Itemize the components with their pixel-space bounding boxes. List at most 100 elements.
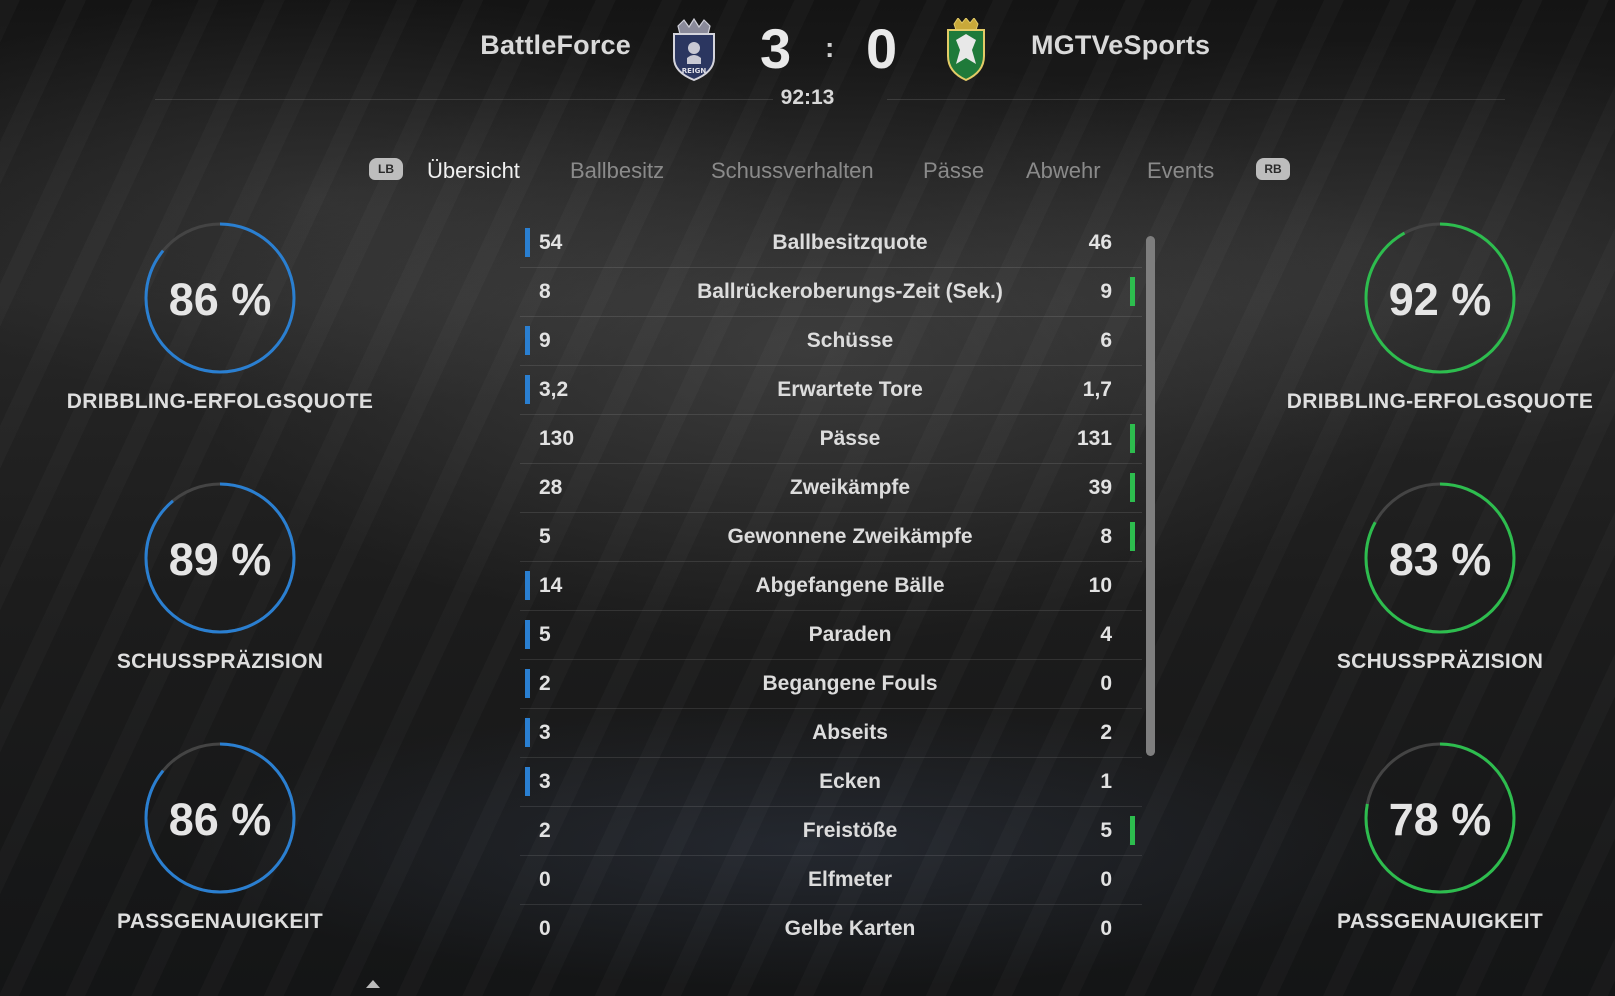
home-shot-accuracy-ring: 89 % SCHUSSPRÄZISION	[60, 482, 380, 702]
stat-away-value: 131	[1076, 427, 1112, 450]
away-leader-bar	[1130, 816, 1135, 845]
home-leader-bar	[525, 326, 530, 355]
home-shot-accuracy-label: SCHUSSPRÄZISION	[116, 650, 324, 673]
stat-home-value: 130	[539, 427, 575, 450]
svg-text:REIGN: REIGN	[682, 67, 707, 75]
stat-away-value: 46	[1088, 231, 1112, 254]
home-leader-bar	[525, 375, 530, 404]
away-pass-accuracy-percent: 78 %	[1388, 794, 1492, 845]
stat-away-value: 1	[1100, 770, 1112, 793]
away-dribbling-label: DRIBBLING-ERFOLGSQUOTE	[1286, 390, 1594, 413]
stat-row: 28 Zweikämpfe 39	[520, 464, 1142, 513]
away-shot-accuracy-ring: 83 % SCHUSSPRÄZISION	[1280, 482, 1600, 702]
stat-away-value: 10	[1088, 574, 1112, 597]
stat-home-value: 14	[539, 574, 563, 597]
stat-away-value: 0	[1100, 868, 1112, 891]
stat-label: Abgefangene Bälle	[755, 574, 945, 597]
stat-row: 5 Paraden 4	[520, 611, 1142, 660]
tab-abwehr[interactable]: Abwehr	[1026, 158, 1101, 184]
scroll-up-icon	[366, 980, 380, 988]
home-leader-bar	[525, 669, 530, 698]
stat-home-value: 3,2	[539, 378, 569, 401]
match-stats-table[interactable]: 54 Ballbesitzquote 46 8 Ballrückeroberungs-Z…	[520, 219, 1142, 941]
stat-row: 0 Elfmeter 0	[520, 856, 1142, 905]
away-team-name: MGTVeSports	[1031, 30, 1211, 60]
home-shot-accuracy-percent: 89 %	[168, 534, 272, 585]
stat-home-value: 9	[539, 329, 551, 352]
stat-label: Ballbesitzquote	[772, 231, 928, 254]
stat-label: Abseits	[812, 721, 888, 744]
home-leader-bar	[525, 228, 530, 257]
stat-row: 130 Pässe 131	[520, 415, 1142, 464]
stat-label: Gewonnene Zweikämpfe	[727, 525, 973, 548]
home-dribbling-percent: 86 %	[168, 274, 272, 325]
stat-home-value: 5	[539, 623, 551, 646]
stat-away-value: 0	[1100, 672, 1112, 695]
home-team-crest-icon: REIGN	[670, 17, 718, 82]
stat-row: 5 Gewonnene Zweikämpfe 8	[520, 513, 1142, 562]
stat-home-value: 8	[539, 280, 551, 303]
stat-label: Paraden	[808, 623, 892, 646]
stat-row: 9 Schüsse 6	[520, 317, 1142, 366]
stat-home-value: 0	[539, 868, 551, 891]
stat-home-value: 54	[539, 231, 563, 254]
stat-row: 14 Abgefangene Bälle 10	[520, 562, 1142, 611]
home-score: 3	[760, 17, 792, 80]
tab-uebersicht[interactable]: Übersicht	[427, 158, 520, 184]
stat-label: Ecken	[819, 770, 881, 793]
rb-button-icon[interactable]: RB	[1256, 158, 1290, 180]
stat-row: 54 Ballbesitzquote 46	[520, 219, 1142, 268]
stat-row: 3,2 Erwartete Tore 1,7	[520, 366, 1142, 415]
stat-away-value: 1,7	[1082, 378, 1112, 401]
home-leader-bar	[525, 767, 530, 796]
stat-label: Elfmeter	[807, 868, 893, 891]
stat-away-value: 8	[1100, 525, 1112, 548]
away-shot-accuracy-label: SCHUSSPRÄZISION	[1336, 650, 1544, 673]
away-dribbling-percent: 92 %	[1388, 274, 1492, 325]
tab-events[interactable]: Events	[1147, 158, 1214, 184]
stat-away-value: 2	[1100, 721, 1112, 744]
stat-label: Freistöße	[802, 819, 898, 842]
stat-home-value: 2	[539, 819, 551, 842]
home-leader-bar	[525, 620, 530, 649]
stat-label: Pässe	[819, 427, 881, 450]
stat-home-value: 0	[539, 917, 551, 940]
away-score: 0	[866, 17, 898, 80]
stat-row: 3 Ecken 1	[520, 758, 1142, 807]
away-leader-bar	[1130, 522, 1135, 551]
stat-away-value: 0	[1100, 917, 1112, 940]
lb-button-icon[interactable]: LB	[369, 158, 403, 180]
stat-away-value: 39	[1088, 476, 1112, 499]
stat-away-value: 5	[1100, 819, 1112, 842]
stat-away-value: 4	[1100, 623, 1112, 646]
away-leader-bar	[1130, 277, 1135, 306]
home-dribbling-label: DRIBBLING-ERFOLGSQUOTE	[66, 390, 374, 413]
away-shot-accuracy-percent: 83 %	[1388, 534, 1492, 585]
home-pass-accuracy-percent: 86 %	[168, 794, 272, 845]
stat-home-value: 28	[539, 476, 563, 499]
stat-row: 2 Freistöße 5	[520, 807, 1142, 856]
away-pass-accuracy-label: PASSGENAUIGKEIT	[1337, 910, 1543, 933]
tab-schussverhalten[interactable]: Schussverhalten	[711, 158, 874, 184]
away-pass-accuracy-ring: 78 % PASSGENAUIGKEIT	[1280, 742, 1600, 962]
match-clock: 92:13	[780, 86, 835, 109]
stats-tab-bar: LB Übersicht Ballbesitz Schussverhalten …	[0, 152, 1615, 192]
away-leader-bar	[1130, 424, 1135, 453]
stat-row: 0 Gelbe Karten 0	[520, 905, 1142, 941]
home-pass-accuracy-ring: 86 % PASSGENAUIGKEIT	[60, 742, 380, 962]
stat-label: Erwartete Tore	[777, 378, 923, 401]
stat-away-value: 9	[1100, 280, 1112, 303]
tab-paesse[interactable]: Pässe	[923, 158, 984, 184]
tab-ballbesitz[interactable]: Ballbesitz	[570, 158, 664, 184]
stat-row: 8 Ballrückeroberungs-Zeit (Sek.) 9	[520, 268, 1142, 317]
scoreboard-header: BattleForce REIGN 3 : 0 MGTVeSports 92:1…	[0, 0, 1615, 120]
home-dribbling-ring: 86 % DRIBBLING-ERFOLGSQUOTE	[60, 222, 380, 442]
home-leader-bar	[525, 718, 530, 747]
stat-home-value: 3	[539, 721, 551, 744]
home-leader-bar	[525, 571, 530, 600]
home-team-name: BattleForce	[480, 30, 631, 60]
stat-label: Begangene Fouls	[762, 672, 938, 695]
stat-label: Ballrückeroberungs-Zeit (Sek.)	[697, 280, 1003, 303]
stats-scrollbar[interactable]	[1146, 236, 1155, 756]
stat-row: 3 Abseits 2	[520, 709, 1142, 758]
